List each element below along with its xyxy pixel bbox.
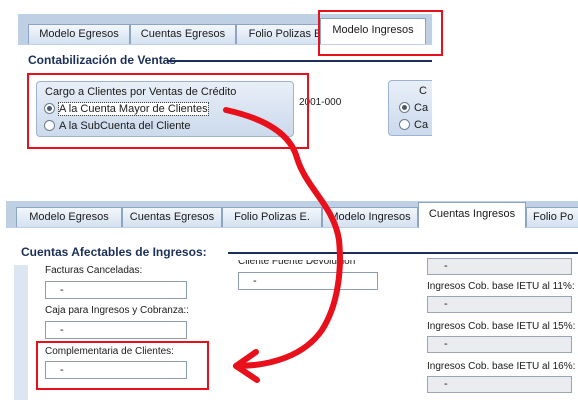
tab-modelo-ingresos[interactable]: Modelo Ingresos <box>320 18 426 44</box>
red-arrow-icon <box>223 107 343 383</box>
tab-cuentas-ingresos[interactable]: Cuentas Ingresos <box>418 202 526 228</box>
